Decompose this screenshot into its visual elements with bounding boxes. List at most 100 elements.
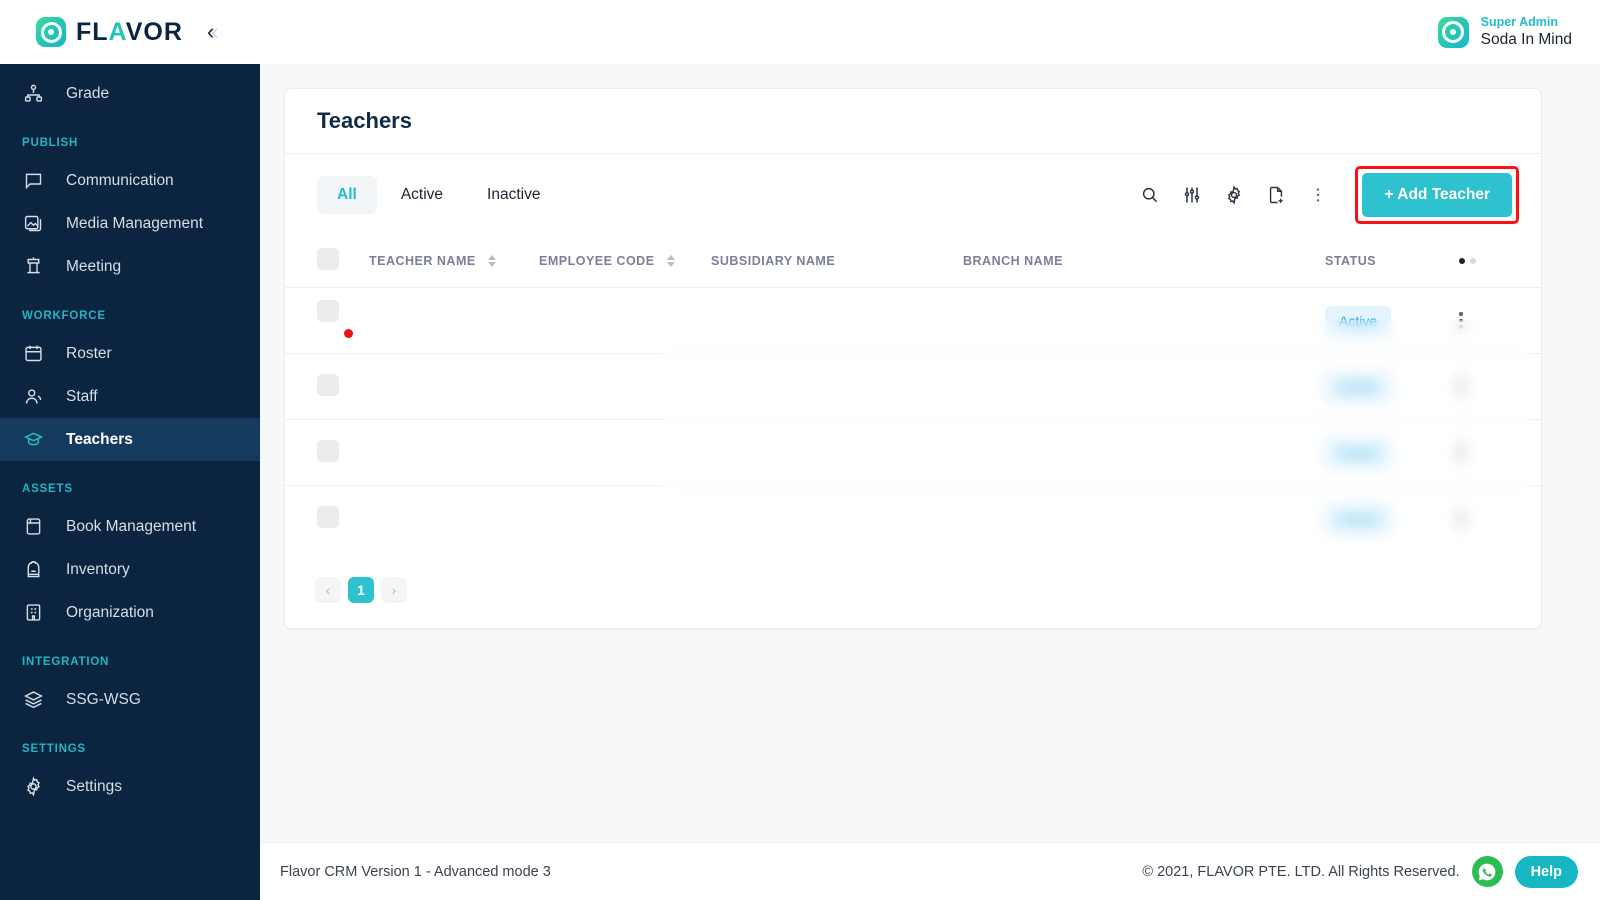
sidebar-collapse-button[interactable]: ‹ ‹ xyxy=(207,21,219,43)
row-checkbox[interactable] xyxy=(317,505,339,528)
user-meta: Super Admin Soda In Mind xyxy=(1481,15,1572,50)
table-row[interactable]: Active xyxy=(285,486,1543,552)
brand-logo[interactable]: FLAVOR ‹ ‹ xyxy=(0,0,260,64)
tab-all[interactable]: All xyxy=(317,176,377,214)
sidebar-item-ssg-wsg[interactable]: SSG-WSG xyxy=(0,678,260,721)
sidebar-item-teachers[interactable]: Teachers xyxy=(0,418,260,461)
sidebar-section-settings: SETTINGS xyxy=(22,743,86,755)
cell-teacher-name xyxy=(369,288,539,354)
cell-actions xyxy=(1459,420,1543,486)
table-header: TEACHER NAME EMPLOYEE CODE SUBSIDIARY NA… xyxy=(285,236,1543,288)
chat-icon xyxy=(22,170,44,192)
document-add-icon[interactable] xyxy=(1263,182,1289,208)
sidebar-item-staff[interactable]: Staff xyxy=(0,375,260,418)
column-select-all xyxy=(285,236,369,288)
gear-icon[interactable] xyxy=(1221,182,1247,208)
brand-name-accent: A xyxy=(108,17,126,46)
content-region: Teachers All Active Inactive + Add Teach… xyxy=(260,64,1600,900)
cell-employee-code xyxy=(539,420,711,486)
sidebar-section-integration: INTEGRATION xyxy=(22,656,110,668)
column-visibility-dots[interactable] xyxy=(1459,257,1543,264)
row-select-cell xyxy=(285,288,369,354)
more-vertical-icon[interactable] xyxy=(1305,182,1331,208)
status-badge: Active xyxy=(1325,437,1392,468)
sidebar: FLAVOR ‹ ‹ Grade PUBLISH Communication Me… xyxy=(0,0,260,900)
column-branch-name: BRANCH NAME xyxy=(963,236,1325,288)
user-menu[interactable]: Super Admin Soda In Mind xyxy=(1437,15,1572,50)
sidebar-label-ssg-wsg: SSG-WSG xyxy=(66,690,141,708)
cell-subsidiary-name xyxy=(711,486,963,552)
column-label-branch-name: BRANCH NAME xyxy=(963,253,1063,268)
sidebar-item-media-management[interactable]: Media Management xyxy=(0,202,260,245)
sidebar-label-grade: Grade xyxy=(66,84,110,102)
column-employee-code: EMPLOYEE CODE xyxy=(539,236,711,288)
pagination-prev[interactable]: ‹ xyxy=(315,576,341,603)
sidebar-item-meeting[interactable]: Meeting xyxy=(0,245,260,288)
sidebar-item-settings[interactable]: Settings xyxy=(0,765,260,808)
select-all-checkbox[interactable] xyxy=(317,248,339,270)
status-badge: Active xyxy=(1325,503,1392,534)
user-role: Super Admin xyxy=(1480,14,1558,29)
row-actions-menu-icon[interactable] xyxy=(1459,378,1463,395)
row-select-cell xyxy=(285,420,369,486)
cell-status: Active xyxy=(1325,420,1459,486)
avatar xyxy=(1437,16,1469,48)
table-row[interactable]: Active xyxy=(285,288,1543,354)
backpack-icon xyxy=(22,559,44,581)
cell-subsidiary-name xyxy=(711,288,963,354)
sidebar-label-settings: Settings xyxy=(66,777,123,795)
row-select-cell xyxy=(285,354,369,420)
brand-name: FLAVOR xyxy=(76,17,183,46)
column-actions xyxy=(1459,236,1543,288)
row-actions-menu-icon[interactable] xyxy=(1459,510,1463,527)
cell-employee-code xyxy=(539,288,711,354)
row-checkbox[interactable] xyxy=(317,439,339,462)
row-actions-menu-icon[interactable] xyxy=(1459,444,1463,461)
sidebar-item-roster[interactable]: Roster xyxy=(0,332,260,375)
tab-active[interactable]: Active xyxy=(381,176,463,214)
sidebar-label-organization: Organization xyxy=(66,603,154,621)
row-checkbox[interactable] xyxy=(317,299,339,322)
sidebar-item-communication[interactable]: Communication xyxy=(0,159,260,202)
building-icon xyxy=(22,602,44,624)
search-icon[interactable] xyxy=(1137,182,1163,208)
sidebar-item-book-management[interactable]: Book Management xyxy=(0,505,260,548)
table-row[interactable]: Active xyxy=(285,354,1543,420)
brand-name-part1: FL xyxy=(76,17,109,46)
card-header: Teachers xyxy=(285,89,1541,154)
flavor-logo-icon xyxy=(36,17,66,47)
sidebar-item-inventory[interactable]: Inventory xyxy=(0,548,260,591)
app-root: FLAVOR ‹ ‹ Grade PUBLISH Communication Me… xyxy=(0,0,1600,900)
pagination-next[interactable]: › xyxy=(381,576,407,603)
calendar-icon xyxy=(22,343,44,365)
sort-employee-code-icon[interactable] xyxy=(666,254,675,267)
sidebar-item-organization[interactable]: Organization xyxy=(0,591,260,634)
row-checkbox[interactable] xyxy=(317,373,339,396)
table-header-row: TEACHER NAME EMPLOYEE CODE SUBSIDIARY NA… xyxy=(285,236,1543,288)
sidebar-label-media-management: Media Management xyxy=(66,214,203,232)
sidebar-label-roster: Roster xyxy=(66,344,112,362)
cell-actions xyxy=(1459,354,1543,420)
table-row[interactable]: Active xyxy=(285,420,1543,486)
sidebar-item-grade[interactable]: Grade xyxy=(0,72,260,115)
filter-sliders-icon[interactable] xyxy=(1179,182,1205,208)
graduation-cap-icon xyxy=(22,429,44,451)
footer-right: © 2021, FLAVOR PTE. LTD. All Rights Rese… xyxy=(1142,855,1578,888)
pagination-page-1[interactable]: 1 xyxy=(348,576,374,603)
row-actions-menu-icon[interactable] xyxy=(1459,312,1463,329)
cell-teacher-name xyxy=(369,354,539,420)
sidebar-section-assets: ASSETS xyxy=(22,483,73,495)
whatsapp-icon[interactable] xyxy=(1471,856,1503,887)
sidebar-label-communication: Communication xyxy=(66,171,174,189)
cell-teacher-name xyxy=(369,420,539,486)
brand-name-part2: VOR xyxy=(125,17,183,46)
add-teacher-button[interactable]: + Add Teacher xyxy=(1362,173,1512,217)
tab-inactive[interactable]: Inactive xyxy=(467,176,560,214)
sort-teacher-name-icon[interactable] xyxy=(487,254,496,267)
status-badge: Active xyxy=(1325,305,1392,336)
dot-active xyxy=(1459,257,1465,264)
teachers-card: Teachers All Active Inactive + Add Teach… xyxy=(284,88,1543,629)
help-button[interactable]: Help xyxy=(1514,855,1578,888)
cell-status: Active xyxy=(1325,486,1459,552)
pagination: ‹ 1 › xyxy=(285,552,1541,628)
